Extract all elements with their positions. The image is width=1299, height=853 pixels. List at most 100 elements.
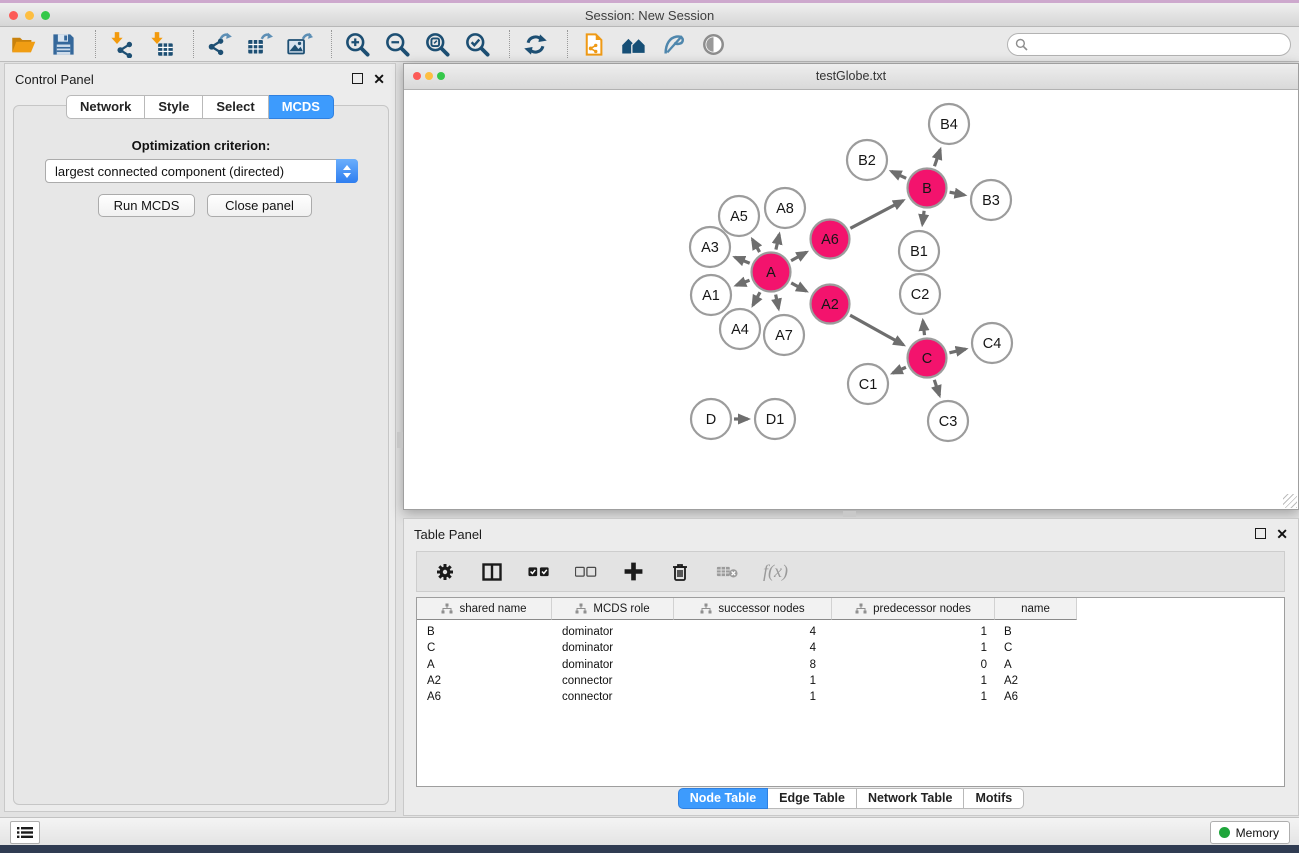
edge-A-A8[interactable]	[776, 234, 779, 249]
table-cell[interactable]: B	[995, 626, 1077, 638]
table-cell[interactable]: 1	[832, 626, 995, 638]
close-panel-icon[interactable]: ✕	[373, 74, 385, 84]
first-neighbors-icon[interactable]	[620, 31, 647, 58]
table-row[interactable]: Cdominator41C	[417, 640, 1284, 656]
new-network-from-selection-icon[interactable]	[580, 31, 607, 58]
table-cell[interactable]: A2	[995, 675, 1077, 687]
dropdown-stepper-icon[interactable]	[336, 159, 358, 183]
memory-button[interactable]: Memory	[1210, 821, 1290, 844]
table-row[interactable]: Bdominator41B	[417, 624, 1284, 640]
zoom-in-icon[interactable]	[344, 31, 371, 58]
close-table-panel-icon[interactable]: ✕	[1276, 529, 1288, 539]
close-panel-button[interactable]: Close panel	[207, 194, 312, 217]
table-cell[interactable]: 4	[674, 626, 832, 638]
table-cell[interactable]: 1	[674, 675, 832, 687]
delete-table-icon[interactable]	[716, 561, 738, 583]
tab-network[interactable]: Network	[66, 95, 145, 119]
table-settings-gear-icon[interactable]	[434, 561, 456, 583]
tab-edge-table[interactable]: Edge Table	[768, 788, 857, 809]
table-row[interactable]: A6connector11A6	[417, 689, 1284, 705]
network-canvas[interactable]: B4B2BB3A5A8A6A3AB1A1A2C2A4A7C4CC1C3DD1	[404, 90, 1298, 509]
edge-A-A2[interactable]	[791, 283, 806, 291]
edge-B-B4[interactable]	[934, 150, 940, 167]
window-resize-grip[interactable]	[1283, 494, 1297, 508]
deselect-all-columns-icon[interactable]	[575, 561, 597, 583]
table-cell[interactable]: A6	[995, 691, 1077, 703]
column-header-MCDS-role[interactable]: MCDS role	[552, 598, 674, 620]
column-header-successor-nodes[interactable]: successor nodes	[674, 598, 832, 620]
search-input[interactable]	[1007, 33, 1291, 56]
edge-C-C1[interactable]	[893, 367, 906, 373]
table-cell[interactable]: 4	[674, 642, 832, 654]
tab-select[interactable]: Select	[203, 95, 268, 119]
float-table-panel-icon[interactable]	[1255, 528, 1266, 539]
export-image-icon[interactable]	[286, 31, 313, 58]
table-row[interactable]: A2connector11A2	[417, 673, 1284, 689]
column-header-shared-name[interactable]: shared name	[417, 598, 552, 620]
network-window-titlebar[interactable]: testGlobe.txt	[404, 64, 1298, 90]
edge-A-A4[interactable]	[753, 292, 760, 305]
table-cell[interactable]: B	[417, 626, 552, 638]
table-cell[interactable]: dominator	[552, 626, 674, 638]
import-network-icon[interactable]	[108, 31, 135, 58]
refresh-icon[interactable]	[522, 31, 549, 58]
tab-style[interactable]: Style	[145, 95, 203, 119]
float-panel-icon[interactable]	[352, 73, 363, 84]
delete-columns-trash-icon[interactable]	[669, 561, 691, 583]
edge-B-B1[interactable]	[922, 211, 924, 224]
edge-C-C4[interactable]	[949, 349, 965, 353]
zoom-out-icon[interactable]	[384, 31, 411, 58]
select-all-columns-icon[interactable]	[528, 561, 550, 583]
vertical-split-handle[interactable]	[843, 511, 856, 517]
table-cell[interactable]: connector	[552, 691, 674, 703]
network-close-traffic-light[interactable]	[413, 72, 421, 80]
show-column-panel-icon[interactable]	[481, 561, 503, 583]
criterion-dropdown[interactable]: largest connected component (directed)	[45, 159, 358, 183]
table-cell[interactable]: A	[995, 659, 1077, 671]
table-cell[interactable]: 1	[832, 675, 995, 687]
task-history-button[interactable]	[10, 821, 40, 844]
edge-A6-B[interactable]	[850, 201, 903, 229]
table-row[interactable]: Adominator80A	[417, 657, 1284, 673]
tab-network-table[interactable]: Network Table	[857, 788, 965, 809]
edge-B-B2[interactable]	[891, 171, 906, 178]
table-cell[interactable]: 1	[832, 642, 995, 654]
table-cell[interactable]: connector	[552, 675, 674, 687]
table-cell[interactable]: A2	[417, 675, 552, 687]
edge-A2-C[interactable]	[850, 315, 903, 345]
edge-A-A5[interactable]	[752, 239, 759, 252]
network-minimize-traffic-light[interactable]	[425, 72, 433, 80]
function-builder-icon[interactable]: f(x)	[763, 561, 788, 582]
edge-A-A7[interactable]	[776, 295, 779, 309]
table-cell[interactable]: 1	[674, 691, 832, 703]
edge-C-C2[interactable]	[923, 321, 925, 335]
table-cell[interactable]: dominator	[552, 642, 674, 654]
save-session-icon[interactable]	[50, 31, 77, 58]
tab-mcds[interactable]: MCDS	[269, 95, 334, 119]
edge-C-C3[interactable]	[934, 380, 939, 396]
table-cell[interactable]: C	[995, 642, 1077, 654]
zoom-selected-icon[interactable]	[464, 31, 491, 58]
table-cell[interactable]: 1	[832, 691, 995, 703]
preview-eye-icon[interactable]	[700, 31, 727, 58]
run-mcds-button[interactable]: Run MCDS	[98, 194, 195, 217]
network-graph[interactable]: B4B2BB3A5A8A6A3AB1A1A2C2A4A7C4CC1C3DD1	[404, 90, 1298, 509]
column-header-name[interactable]: name	[995, 598, 1077, 620]
table-cell[interactable]: A6	[417, 691, 552, 703]
open-file-icon[interactable]	[10, 31, 37, 58]
zoom-fit-icon[interactable]	[424, 31, 451, 58]
edge-A-A3[interactable]	[735, 257, 750, 263]
horizontal-split-handle[interactable]	[397, 432, 403, 448]
table-cell[interactable]: 8	[674, 659, 832, 671]
table-cell[interactable]: 0	[832, 659, 995, 671]
table-cell[interactable]: C	[417, 642, 552, 654]
hide-graphics-details-icon[interactable]	[660, 31, 687, 58]
tab-node-table[interactable]: Node Table	[678, 788, 768, 809]
add-column-icon[interactable]	[622, 561, 644, 583]
edge-A-A6[interactable]	[791, 252, 806, 261]
edge-B-B3[interactable]	[950, 192, 965, 195]
export-table-icon[interactable]	[246, 31, 273, 58]
column-header-predecessor-nodes[interactable]: predecessor nodes	[832, 598, 995, 620]
export-network-icon[interactable]	[206, 31, 233, 58]
edge-A-A1[interactable]	[736, 280, 749, 285]
